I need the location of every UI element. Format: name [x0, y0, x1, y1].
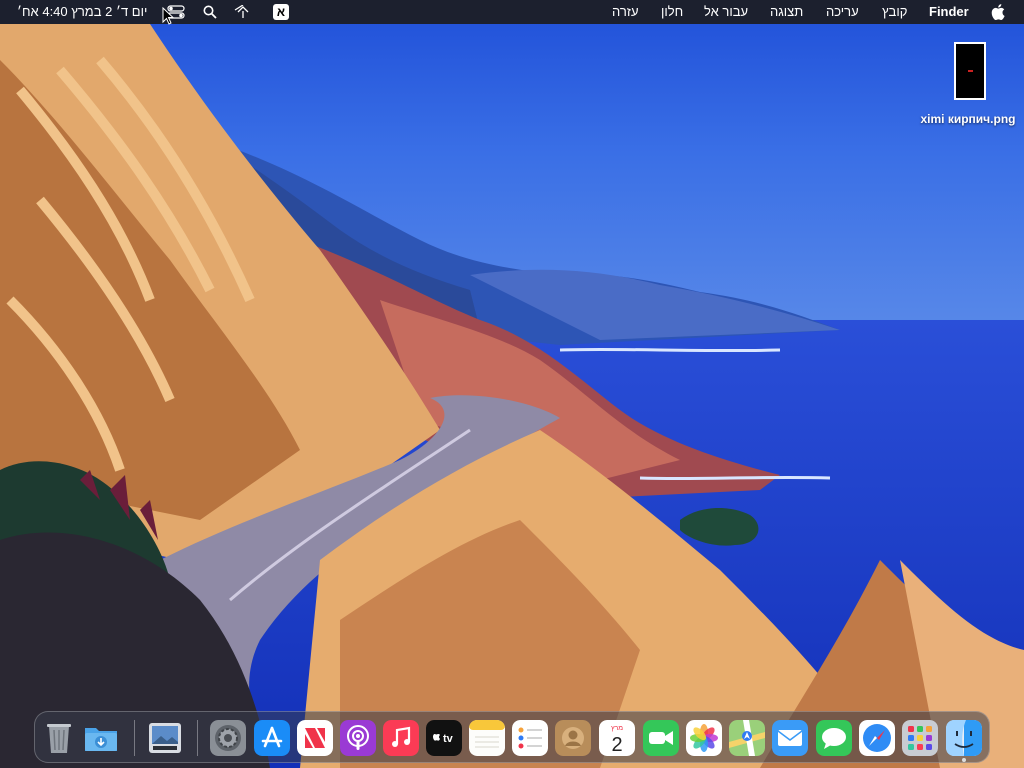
dock-podcasts[interactable] — [340, 720, 376, 756]
music-icon — [383, 720, 419, 756]
dock: tv מרץ 2 — [34, 711, 990, 763]
dock-photos[interactable] — [686, 720, 722, 756]
file-thumbnail — [954, 42, 986, 100]
mouse-pointer-icon — [162, 7, 174, 25]
mail-icon — [772, 720, 808, 756]
calendar-icon: מרץ 2 — [599, 720, 635, 756]
notes-icon — [469, 720, 505, 756]
finder-running-indicator — [962, 758, 966, 762]
app-menu-finder[interactable]: Finder — [929, 0, 969, 24]
calendar-month: מרץ — [611, 725, 623, 732]
dock-finder[interactable] — [946, 720, 982, 756]
dock-music[interactable] — [383, 720, 419, 756]
dock-safari[interactable] — [859, 720, 895, 756]
desktop-file[interactable]: ximi кирпич.png — [912, 40, 1024, 132]
dock-messages[interactable] — [816, 720, 852, 756]
menu-go[interactable]: עבור אל — [704, 0, 748, 24]
menu-edit[interactable]: עריכה — [826, 0, 859, 24]
apple-tv-icon: tv — [426, 720, 462, 756]
menu-bar: Finder קובץ עריכה תצוגה עבור אל חלון עזר… — [0, 0, 1024, 24]
dock-reminders[interactable] — [512, 720, 548, 756]
dock-separator — [197, 720, 198, 756]
input-source-menu[interactable]: א — [273, 3, 289, 21]
clock[interactable]: יום ד׳ 2 במרץ 4:40 אח׳ — [17, 0, 147, 24]
search-icon — [203, 5, 217, 19]
dock-tv[interactable]: tv — [426, 720, 462, 756]
dock-contacts[interactable] — [555, 720, 591, 756]
dock-calendar[interactable]: מרץ 2 — [599, 720, 635, 756]
contacts-icon — [555, 720, 591, 756]
podcasts-icon — [340, 720, 376, 756]
dock-separator — [134, 720, 135, 756]
dock-trash[interactable] — [41, 720, 77, 756]
safari-icon — [859, 720, 895, 756]
dock-preview[interactable] — [147, 720, 183, 756]
dock-maps[interactable] — [729, 720, 765, 756]
dock-mail[interactable] — [772, 720, 808, 756]
menu-window[interactable]: חלון — [661, 0, 683, 24]
wifi-menu[interactable] — [234, 3, 252, 21]
news-icon — [297, 720, 333, 756]
app-store-icon — [254, 720, 290, 756]
calendar-day: 2 — [611, 734, 622, 756]
tv-label: tv — [443, 733, 454, 745]
photos-icon — [686, 720, 722, 756]
dock-news[interactable] — [297, 720, 333, 756]
surf-2 — [639, 475, 831, 481]
reminders-icon — [512, 720, 548, 756]
finder-icon — [946, 720, 982, 756]
desktop-file-label: ximi кирпич.png — [920, 112, 1016, 126]
maps-icon — [729, 720, 765, 756]
downloads-folder-icon — [85, 728, 117, 751]
menu-help[interactable]: עזרה — [612, 0, 639, 24]
facetime-icon — [643, 720, 679, 756]
wifi-icon — [234, 5, 249, 18]
menu-view[interactable]: תצוגה — [770, 0, 803, 24]
dock-notes[interactable] — [469, 720, 505, 756]
dock-system-preferences[interactable] — [210, 720, 246, 756]
system-preferences-icon — [210, 720, 246, 756]
dock-app-store[interactable] — [254, 720, 290, 756]
spotlight-search[interactable] — [202, 3, 218, 21]
launchpad-icon — [902, 720, 938, 756]
trash-icon — [47, 724, 71, 753]
messages-icon — [816, 720, 852, 756]
input-source-icon: א — [273, 4, 289, 20]
surf — [559, 347, 781, 353]
desktop-wallpaper — [0, 0, 1024, 768]
dock-launchpad[interactable] — [902, 720, 938, 756]
dock-downloads[interactable] — [83, 720, 119, 756]
apple-menu[interactable] — [990, 0, 1006, 24]
dock-facetime[interactable] — [643, 720, 679, 756]
apple-logo-icon — [991, 4, 1005, 21]
preview-icon — [149, 723, 181, 753]
menu-file[interactable]: קובץ — [882, 0, 907, 24]
